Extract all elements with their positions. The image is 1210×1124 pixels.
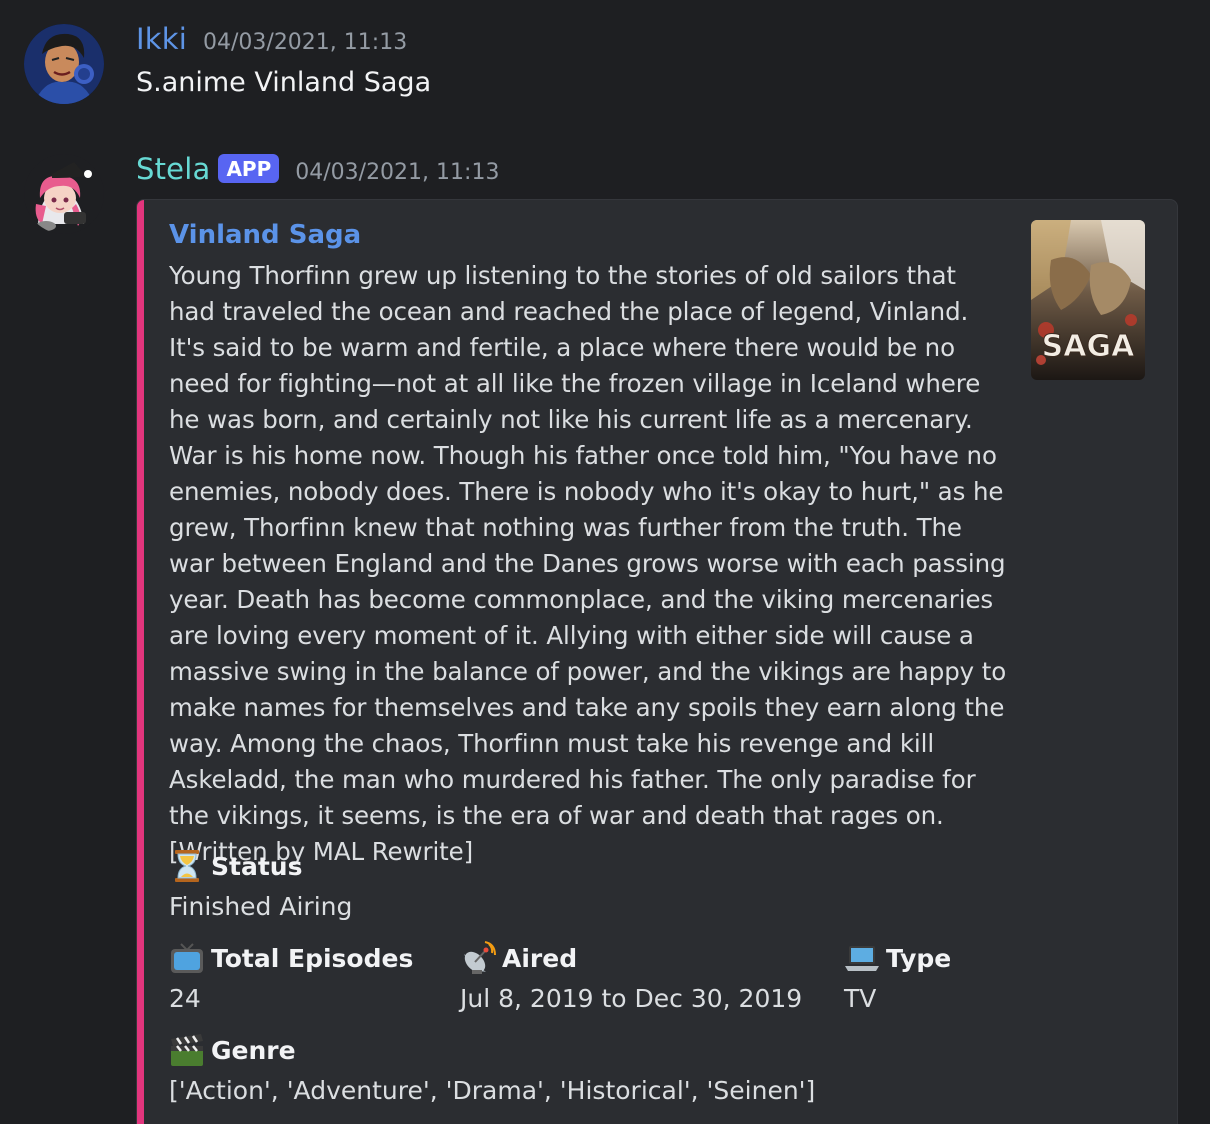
field-genre: Genre ['Action', 'Adventure', 'Drama', '… <box>169 1032 815 1108</box>
laptop-icon <box>844 940 882 976</box>
timestamp: 04/03/2021, 11:13 <box>203 30 408 55</box>
thumbnail-title-text: SAGA <box>1042 329 1135 364</box>
message-text: S.anime Vinland Saga <box>136 67 432 98</box>
embed-thumbnail[interactable]: SAGA <box>1031 220 1145 380</box>
field-status: Status Finished Airing <box>169 848 352 924</box>
field-name-type: Type <box>886 943 952 973</box>
clapper-board-icon <box>169 1032 207 1068</box>
field-value-status: Finished Airing <box>169 892 353 921</box>
field-name-aired: Aired <box>502 943 578 973</box>
field-type: Type TV <box>844 940 951 1016</box>
embed-accent-bar <box>137 200 144 1124</box>
avatar-ikki[interactable] <box>24 24 104 104</box>
embed-title[interactable]: Vinland Saga <box>169 220 361 250</box>
chat-page: Ikki 04/03/2021, 11:13 S.anime Vinland S… <box>0 0 1210 1124</box>
username[interactable]: Stela <box>136 152 210 186</box>
hourglass-icon <box>169 848 207 884</box>
timestamp: 04/03/2021, 11:13 <box>295 160 500 185</box>
field-name-genre: Genre <box>211 1035 296 1065</box>
avatar-stela[interactable] <box>24 154 104 234</box>
satellite-antenna-icon <box>460 940 498 976</box>
app-badge: APP <box>218 154 280 183</box>
television-icon <box>169 940 207 976</box>
field-value-type: TV <box>844 984 877 1013</box>
field-name-episodes: Total Episodes <box>211 943 414 973</box>
field-value-genre: ['Action', 'Adventure', 'Drama', 'Histor… <box>169 1076 816 1105</box>
embed-card: Vinland Saga Young Thorfinn grew up list… <box>136 199 1178 1124</box>
field-value-episodes: 24 <box>169 984 201 1013</box>
embed-description: Young Thorfinn grew up listening to the … <box>169 261 1007 866</box>
field-name-status: Status <box>211 851 303 881</box>
field-aired: Aired Jul 8, 2019 to Dec 30, 2019 <box>460 940 802 1016</box>
field-total-episodes: Total Episodes 24 <box>169 940 413 1016</box>
username[interactable]: Ikki <box>136 22 187 56</box>
field-value-aired: Jul 8, 2019 to Dec 30, 2019 <box>460 984 803 1013</box>
